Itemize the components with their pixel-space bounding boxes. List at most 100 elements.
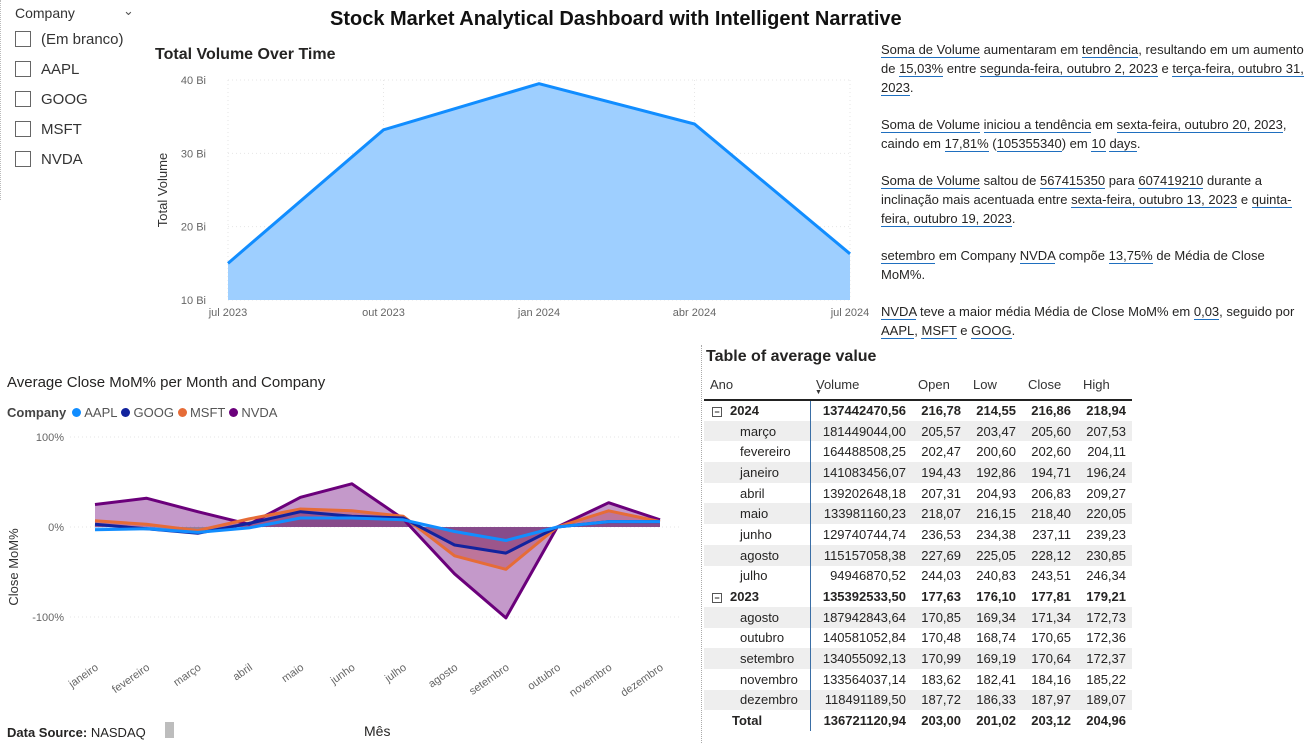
table-cell: 201,02 <box>976 713 1016 729</box>
table-row: julho 94946870,52 244,03 240,83 243,51 246,34 <box>704 565 1132 587</box>
narrative-value[interactable]: 17,81% <box>944 136 989 152</box>
checkbox[interactable] <box>15 121 31 137</box>
narrative-value[interactable]: 567415350 <box>1040 173 1106 189</box>
table-cell: 237,11 <box>1022 524 1077 545</box>
narrative-value[interactable]: NVDA <box>1019 248 1056 264</box>
volume-area <box>228 83 850 301</box>
table-cell: 137442470,56 <box>822 403 906 419</box>
narrative-value[interactable]: sexta-feira, outubro 13, 2023 <box>1071 192 1238 208</box>
table-cell: junho <box>704 524 811 545</box>
narrative-text: , seguido por <box>1219 304 1295 319</box>
legend-item-goog[interactable]: GOOG <box>121 405 174 420</box>
table-cell: 172,37 <box>1077 648 1132 669</box>
slicer-item-blank[interactable]: (Em branco) <box>15 28 124 50</box>
table-cell: 187,97 <box>1022 689 1077 711</box>
volume-chart-title: Total Volume Over Time <box>155 46 336 63</box>
table-cell: 202,60 <box>1022 441 1077 463</box>
table-cell: setembro <box>704 648 811 669</box>
narrative-value[interactable]: GOOG <box>971 323 1012 339</box>
table-row: outubro 140581052,84 170,48 168,74 170,65 172… <box>704 627 1132 649</box>
column-header-close[interactable]: Close <box>1022 370 1077 401</box>
table-cell: 139202648,18 <box>810 482 912 504</box>
narrative-value[interactable]: setembro <box>881 248 936 264</box>
scrollbar-thumb[interactable] <box>165 722 174 738</box>
table-cell: 240,83 <box>967 565 1022 587</box>
slicer-item-label: NVDA <box>41 150 83 168</box>
narrative-value[interactable]: tendência <box>1081 42 1139 58</box>
narrative-value[interactable]: days <box>1109 136 1137 152</box>
table-cell: 133564037,14 <box>810 668 912 690</box>
narrative-text: em Company <box>935 248 1020 263</box>
narrative-value[interactable]: MSFT <box>921 323 957 339</box>
column-header-ano[interactable]: Ano <box>704 370 810 401</box>
narrative-paragraph-3: Soma de Volume saltou de 567415350 para … <box>881 171 1306 228</box>
table-cell: agosto <box>704 606 811 628</box>
narrative-value[interactable]: iniciou a tendência <box>983 117 1092 133</box>
x-tick-label: out 2023 <box>362 307 405 319</box>
volume-area-chart[interactable]: 10 Bi 20 Bi 30 Bi 40 Bi jul 2023 out 2023 jan … <box>150 65 880 330</box>
column-header-volume[interactable]: Volume ▼ <box>810 370 912 401</box>
x-tick-label: setembro <box>467 662 511 698</box>
narrative-value[interactable]: 13,75% <box>1108 248 1153 264</box>
narrative-value[interactable]: Soma de Volume <box>881 42 981 58</box>
column-header-low[interactable]: Low <box>967 370 1022 401</box>
legend-item-nvda[interactable]: NVDA <box>229 405 277 420</box>
y-tick-label: 0% <box>48 522 64 534</box>
table-cell: março <box>704 420 811 442</box>
table-cell: 169,34 <box>967 606 1022 628</box>
narrative-text: . <box>1136 136 1141 151</box>
mom-area-chart[interactable]: 100% 0% -100% janeiro fevereiro março abril mai… <box>0 425 695 745</box>
narrative-value[interactable]: segunda-feira, outubro 2, 2023 <box>980 61 1158 77</box>
table-cell: 205,60 <box>1022 420 1077 442</box>
narrative-value[interactable]: 105355340 <box>996 136 1062 152</box>
slicer-item-msft[interactable]: MSFT <box>15 118 82 140</box>
legend-item-aapl[interactable]: AAPL <box>72 405 117 420</box>
table-group-row[interactable]: −2024 137442470,56 216,78 214,55 216,86 218,9… <box>704 400 1132 421</box>
legend-item-msft[interactable]: MSFT <box>177 405 225 420</box>
table-cell: 218,07 <box>912 503 967 525</box>
slicer-item-label: MSFT <box>41 120 82 138</box>
narrative-value[interactable]: Soma de Volume <box>881 117 981 133</box>
table-cell: abril <box>704 482 811 504</box>
slicer-item-nvda[interactable]: NVDA <box>15 148 83 170</box>
narrative-value[interactable]: 10 <box>1091 136 1106 152</box>
narrative-text: . <box>909 80 914 95</box>
slicer-item-aapl[interactable]: AAPL <box>15 58 79 80</box>
table-cell: 203,12 <box>1031 713 1071 729</box>
table-cell: 204,93 <box>967 482 1022 504</box>
table-cell: 183,62 <box>912 668 967 690</box>
table-cell: novembro <box>704 668 811 690</box>
table-cell: 230,85 <box>1077 544 1132 566</box>
checkbox[interactable] <box>15 91 31 107</box>
narrative-value[interactable]: 15,03% <box>899 61 944 77</box>
table-row: junho 129740744,74 236,53 234,38 237,11 239,2… <box>704 524 1132 545</box>
narrative-value[interactable]: AAPL <box>881 323 915 339</box>
table-cell: 207,31 <box>912 482 967 504</box>
table-cell: 141083456,07 <box>810 462 912 483</box>
narrative-value[interactable]: 607419210 <box>1138 173 1204 189</box>
narrative-value[interactable]: Soma de Volume <box>881 173 981 189</box>
table-cell: 177,63 <box>921 589 961 605</box>
slicer-item-goog[interactable]: GOOG <box>15 88 88 110</box>
narrative-value[interactable]: sexta-feira, outubro 20, 2023 <box>1116 117 1283 133</box>
collapse-icon[interactable]: − <box>712 406 722 417</box>
collapse-icon[interactable]: − <box>712 592 722 603</box>
table-cell: 181449044,00 <box>810 420 912 442</box>
x-tick-label: junho <box>328 662 358 688</box>
checkbox[interactable] <box>15 61 31 77</box>
x-tick-label: julho <box>382 662 409 686</box>
narrative-value[interactable]: 0,03 <box>1193 304 1220 320</box>
table-cell: 185,22 <box>1077 668 1132 690</box>
column-header-open[interactable]: Open <box>912 370 967 401</box>
narrative-value[interactable]: NVDA <box>881 304 917 320</box>
table-cell: 206,83 <box>1022 482 1077 504</box>
table-cell: −2023 <box>704 586 811 607</box>
table-cell: 203,47 <box>967 420 1022 442</box>
column-header-high[interactable]: High <box>1077 370 1132 401</box>
checkbox[interactable] <box>15 151 31 167</box>
table-cell: 164488508,25 <box>810 441 912 463</box>
table-group-row[interactable]: −2023 135392533,50 177,63 176,10 177,81 179,2… <box>704 586 1132 607</box>
table-cell: 216,78 <box>921 403 961 419</box>
chevron-down-icon[interactable]: ⌄ <box>123 3 134 19</box>
checkbox[interactable] <box>15 31 31 47</box>
